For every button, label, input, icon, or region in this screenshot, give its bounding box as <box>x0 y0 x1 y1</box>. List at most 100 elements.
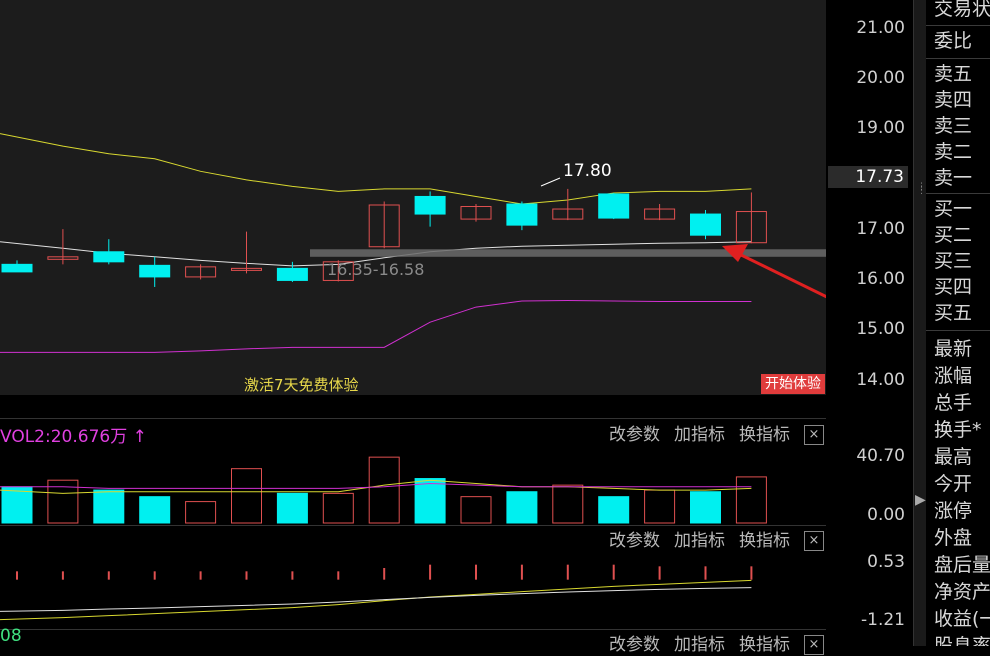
modify-params-button[interactable]: 改参数 <box>609 424 660 446</box>
quote-row-change: 涨幅 <box>934 365 973 387</box>
quote-row-buy4: 买四 <box>934 276 973 298</box>
quote-row-limit-up: 涨停 <box>934 500 973 522</box>
indicator-line-white <box>0 587 752 612</box>
price-axis: 21.00 20.00 19.00 17.73 17.00 16.00 15.0… <box>827 0 913 646</box>
quote-panel: 交易状 委比 卖五 卖四 卖三 卖二 卖一 买一 买二 买三 买四 买五 最新 … <box>926 0 990 646</box>
volume-up-arrow-icon: ↑ <box>132 427 147 447</box>
quote-row-buy3: 买三 <box>934 250 973 272</box>
quote-row-high: 最高 <box>934 446 973 468</box>
quote-row-sell5: 卖五 <box>934 63 973 85</box>
quote-row-open: 今开 <box>934 473 973 495</box>
candle-body <box>690 213 721 236</box>
price-tick: 19.00 <box>856 118 905 138</box>
volume-bar <box>598 496 630 524</box>
panel-divider <box>0 418 826 419</box>
volume-bar <box>231 468 262 524</box>
candlestick-chart[interactable]: 17.80 16.35-16.58 激活7天免费体验 开始体验 <box>0 0 826 395</box>
volume-bar <box>322 492 354 524</box>
volume-indicator-label: VOL2:20.676万 ↑ <box>0 422 147 447</box>
support-band <box>310 249 826 257</box>
ma-magenta-line <box>0 300 752 353</box>
volume-bar <box>460 496 492 524</box>
bottom-toolbar: 改参数 加指标 换指标 × <box>609 634 824 656</box>
add-indicator-button[interactable]: 加指标 <box>674 424 725 446</box>
high-price-marker: 17.80 <box>563 161 612 181</box>
indicator-tick: -1.21 <box>861 610 905 630</box>
grip-handle-icon[interactable]: ⋮ ⋮ <box>917 183 926 197</box>
support-range-label: 16.35-16.58 <box>327 260 425 279</box>
volume-bar <box>276 492 308 524</box>
volume-bar <box>414 478 446 524</box>
promo-text: 激活7天免费体验 <box>244 376 359 394</box>
quote-divider <box>926 25 990 26</box>
change-indicator-button[interactable]: 换指标 <box>739 634 790 656</box>
add-indicator-button[interactable]: 加指标 <box>674 634 725 656</box>
bottom-indicator-panel[interactable]: 08 改参数 加指标 换指标 × <box>0 626 826 655</box>
volume-bar <box>185 501 217 524</box>
volume-bar <box>690 491 721 524</box>
quote-divider <box>926 330 990 331</box>
price-tick: 16.00 <box>856 269 905 289</box>
volume-bar <box>552 484 584 524</box>
quote-row-net-assets: 净资产 <box>934 581 990 603</box>
volume-bar <box>93 489 125 524</box>
candlestick-svg <box>0 133 826 353</box>
current-price-tag: 17.73 <box>828 166 908 188</box>
close-icon[interactable]: × <box>804 425 824 445</box>
close-icon[interactable]: × <box>804 635 824 655</box>
quote-row-sell2: 卖二 <box>934 141 973 163</box>
modify-params-button[interactable]: 改参数 <box>609 530 660 552</box>
quote-row-earnings: 收益(一 <box>934 608 990 630</box>
quote-row-sell4: 卖四 <box>934 89 973 111</box>
volume-tick: 40.70 <box>856 446 905 466</box>
modify-params-button[interactable]: 改参数 <box>609 634 660 656</box>
quote-divider <box>926 58 990 59</box>
change-indicator-button[interactable]: 换指标 <box>739 424 790 446</box>
quote-row-status: 交易状 <box>934 0 990 20</box>
quote-row-order-ratio: 委比 <box>934 30 973 52</box>
candle-body <box>93 251 125 263</box>
panel-splitter[interactable]: ⋮ ⋮ ▶ <box>913 0 926 646</box>
quote-divider <box>926 193 990 194</box>
quote-row-dividend: 股息率 <box>934 635 990 646</box>
close-icon[interactable]: × <box>804 531 824 551</box>
quote-row-buy2: 买二 <box>934 224 973 246</box>
price-tick: 14.00 <box>856 370 905 390</box>
collapse-right-icon[interactable]: ▶ <box>915 485 926 515</box>
candle-body <box>506 203 538 226</box>
start-trial-button[interactable]: 开始体验 <box>761 374 825 394</box>
quote-row-turnover: 换手* <box>934 419 982 441</box>
volume-bar <box>139 496 171 524</box>
high-marker-pointer <box>540 177 561 187</box>
price-tick: 20.00 <box>856 68 905 88</box>
change-indicator-button[interactable]: 换指标 <box>739 530 790 552</box>
candle-body <box>414 195 446 215</box>
indicator-tick: 0.53 <box>867 552 905 572</box>
candle-body <box>139 264 171 278</box>
price-tick: 21.00 <box>856 18 905 38</box>
candle-body <box>276 267 308 281</box>
candle-body <box>1 263 33 273</box>
ma-yellow-line <box>0 133 752 205</box>
price-tick: 17.00 <box>856 219 905 239</box>
price-tick: 15.00 <box>856 319 905 339</box>
volume-bar <box>506 491 538 524</box>
indicator-panel[interactable]: 改参数 加指标 换指标 × <box>0 526 826 630</box>
volume-bar <box>368 456 400 524</box>
quote-row-sell3: 卖三 <box>934 115 973 137</box>
volume-panel[interactable]: VOL2:20.676万 ↑ 改参数 加指标 换指标 × <box>0 420 826 524</box>
candle-body <box>598 193 630 219</box>
volume-tick: 0.00 <box>867 505 905 525</box>
quote-row-buy1: 买一 <box>934 198 973 220</box>
quote-row-total-volume: 总手 <box>934 392 973 414</box>
quote-row-buy5: 买五 <box>934 302 973 324</box>
add-indicator-button[interactable]: 加指标 <box>674 530 725 552</box>
volume-toolbar: 改参数 加指标 换指标 × <box>609 424 824 446</box>
volume-value: VOL2:20.676万 <box>0 427 128 447</box>
quote-row-after-hours: 盘后量 <box>934 554 990 576</box>
quote-row-sell1: 卖一 <box>934 167 973 189</box>
quote-row-outer: 外盘 <box>934 527 973 549</box>
annotation-arrow-line <box>734 250 826 299</box>
quote-row-latest: 最新 <box>934 338 973 360</box>
volume-bar <box>644 489 676 524</box>
